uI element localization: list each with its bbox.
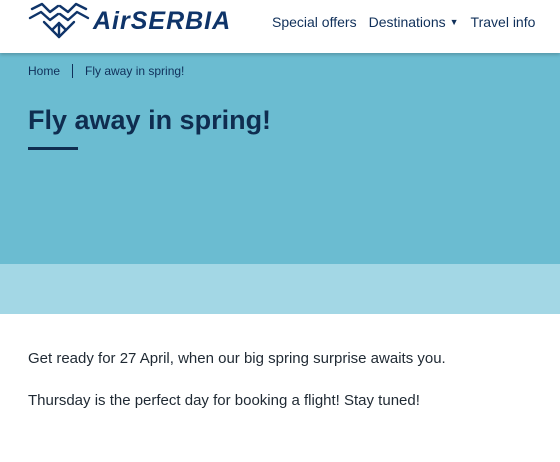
nav-item-label: Special offers (272, 14, 357, 30)
nav-item-label: Destinations (368, 14, 446, 30)
nav-item-label: Travel info (470, 14, 536, 30)
main-nav: Special offers Destinations ▼ Travel inf… (272, 14, 547, 30)
breadcrumb-current: Fly away in spring! (85, 64, 185, 78)
title-underline (28, 147, 78, 150)
logo-wordmark: AirSERBIA (93, 6, 232, 35)
hero-banner: Home Fly away in spring! Fly away in spr… (0, 53, 560, 264)
nav-travel-info[interactable]: Travel info (471, 14, 536, 30)
eagle-emblem-icon (28, 2, 90, 39)
main-content: Get ready for 27 April, when our big spr… (28, 349, 548, 433)
hero-lower-band (0, 264, 560, 314)
breadcrumb: Home Fly away in spring! (28, 64, 184, 78)
nav-destinations[interactable]: Destinations ▼ (369, 14, 459, 30)
content-paragraph: Thursday is the perfect day for booking … (28, 392, 420, 409)
airserbia-logo[interactable]: AirSERBIA (28, 0, 231, 40)
breadcrumb-separator (72, 64, 74, 78)
page-title: Fly away in spring! (28, 105, 272, 135)
nav-special-offers[interactable]: Special offers (272, 14, 357, 30)
caret-down-icon: ▼ (449, 17, 459, 27)
site-header: AirSERBIA Special offers Destinations ▼ … (0, 0, 560, 53)
breadcrumb-home-link[interactable]: Home (28, 64, 60, 78)
content-paragraph: Get ready for 27 April, when our big spr… (28, 350, 446, 367)
